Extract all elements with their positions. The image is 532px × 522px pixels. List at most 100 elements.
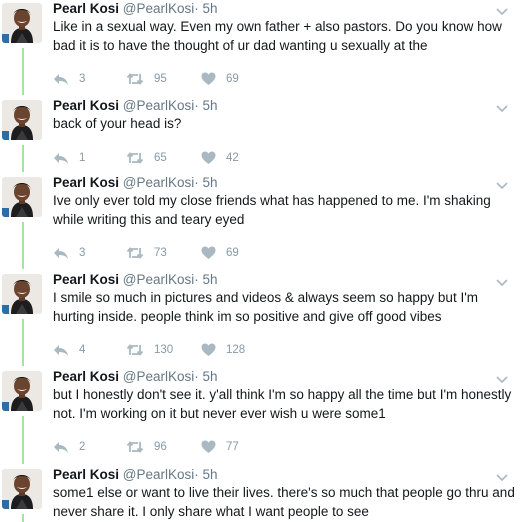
tweet-text: Like in a sexual way. Even my own father… — [53, 19, 502, 53]
reply-count: 3 — [79, 73, 86, 85]
avatar[interactable] — [2, 100, 42, 140]
thread-connector-line — [22, 145, 24, 172]
tweet-actions: 4 130 128 — [53, 342, 303, 358]
avatar[interactable] — [2, 177, 42, 217]
reply-count: 3 — [79, 247, 86, 259]
timestamp-link[interactable]: 5h — [203, 272, 218, 287]
reply-button[interactable]: 1 — [53, 150, 85, 166]
thread-connector-line — [22, 416, 24, 464]
author-name[interactable]: Pearl Kosi — [53, 369, 119, 384]
like-count: 42 — [226, 151, 239, 164]
reply-icon — [53, 440, 69, 454]
timestamp-link[interactable]: 5h — [203, 369, 218, 384]
chevron-down-icon[interactable] — [495, 178, 509, 190]
tweet-actions: 2 96 77 — [53, 439, 303, 455]
author-handle[interactable]: @PearlKosi — [123, 175, 194, 190]
avatar[interactable] — [2, 3, 42, 43]
author-name[interactable]: Pearl Kosi — [53, 175, 119, 190]
tweet-header: Pearl Kosi @PearlKosi· 5h — [53, 369, 218, 385]
retweet-icon — [126, 72, 144, 86]
thread-connector-line — [22, 319, 24, 366]
avatar-image — [2, 469, 42, 509]
tweet-header: Pearl Kosi @PearlKosi· 5h — [53, 175, 218, 191]
like-button[interactable]: 128 — [201, 342, 245, 358]
retweet-count: 73 — [154, 247, 167, 259]
retweet-button[interactable]: 96 — [126, 439, 167, 455]
retweet-button[interactable]: 95 — [126, 71, 167, 87]
like-button[interactable]: 42 — [201, 150, 239, 166]
like-button[interactable]: 69 — [201, 71, 239, 87]
heart-icon — [201, 151, 216, 165]
tweet-text: but I honestly don't see it. y'all think… — [53, 387, 512, 421]
retweet-button[interactable]: 73 — [126, 245, 167, 261]
heart-icon — [201, 343, 216, 357]
author-name[interactable]: Pearl Kosi — [53, 467, 119, 482]
retweet-count: 96 — [154, 441, 167, 453]
avatar-image — [2, 177, 42, 217]
timestamp-link[interactable]: 5h — [203, 98, 218, 113]
retweet-icon — [126, 440, 144, 454]
chevron-down-icon[interactable] — [495, 101, 509, 113]
separator-dot: · — [194, 272, 199, 287]
retweet-button[interactable]: 130 — [126, 342, 173, 358]
timestamp-link[interactable]: 5h — [203, 1, 218, 16]
author-handle[interactable]: @PearlKosi — [123, 98, 194, 113]
reply-button[interactable]: 3 — [53, 245, 85, 261]
reply-count: 2 — [79, 441, 86, 453]
like-button[interactable]: 69 — [201, 245, 239, 261]
heart-icon — [201, 440, 216, 454]
thread-connector-line — [22, 514, 24, 522]
reply-icon — [53, 246, 69, 260]
tweet-header: Pearl Kosi @PearlKosi· 5h — [53, 272, 218, 288]
timestamp-link[interactable]: 5h — [203, 467, 218, 482]
reply-button[interactable]: 3 — [53, 71, 85, 87]
tweet-header: Pearl Kosi @PearlKosi· 5h — [53, 1, 218, 17]
reply-count: 4 — [79, 344, 86, 356]
reply-count: 1 — [79, 151, 86, 164]
tweet-actions: 1 65 42 — [53, 150, 303, 166]
chevron-down-icon[interactable] — [495, 4, 509, 16]
retweet-count: 130 — [154, 344, 174, 356]
reply-button[interactable]: 4 — [53, 342, 85, 358]
like-button[interactable]: 77 — [201, 439, 239, 455]
like-count: 77 — [226, 441, 239, 453]
avatar-image — [2, 3, 42, 43]
avatar-image — [2, 274, 42, 314]
separator-dot: · — [194, 1, 199, 16]
tweet-text: some1 else or want to live their lives. … — [53, 485, 515, 519]
author-name[interactable]: Pearl Kosi — [53, 272, 119, 287]
retweet-button[interactable]: 65 — [126, 150, 167, 166]
avatar[interactable] — [2, 469, 42, 509]
avatar[interactable] — [2, 371, 42, 411]
chevron-down-icon[interactable] — [495, 470, 509, 482]
separator-dot: · — [194, 175, 199, 190]
reply-icon — [53, 151, 69, 165]
separator-dot: · — [194, 369, 199, 384]
retweet-count: 65 — [154, 151, 167, 164]
reply-icon — [53, 343, 69, 357]
chevron-down-icon[interactable] — [495, 275, 509, 287]
author-handle[interactable]: @PearlKosi — [123, 467, 194, 482]
avatar[interactable] — [2, 274, 42, 314]
avatar-image — [2, 371, 42, 411]
like-count: 69 — [226, 73, 239, 85]
tweet-actions: 3 73 69 — [53, 245, 303, 261]
like-count: 69 — [226, 247, 239, 259]
chevron-down-icon[interactable] — [495, 372, 509, 384]
tweet-text: back of your head is? — [53, 116, 182, 131]
tweet-header: Pearl Kosi @PearlKosi· 5h — [53, 98, 218, 114]
reply-button[interactable]: 2 — [53, 439, 85, 455]
timestamp-link[interactable]: 5h — [203, 175, 218, 190]
tweet-text: Ive only ever told my close friends what… — [53, 193, 491, 227]
separator-dot: · — [194, 98, 199, 113]
author-handle[interactable]: @PearlKosi — [123, 369, 194, 384]
author-name[interactable]: Pearl Kosi — [53, 1, 119, 16]
author-handle[interactable]: @PearlKosi — [123, 272, 194, 287]
tweet-text: I smile so much in pictures and videos &… — [53, 290, 479, 324]
reply-icon — [53, 72, 69, 86]
retweet-icon — [126, 343, 144, 357]
author-handle[interactable]: @PearlKosi — [123, 1, 194, 16]
author-name[interactable]: Pearl Kosi — [53, 98, 119, 113]
retweet-icon — [126, 151, 144, 165]
retweet-count: 95 — [154, 73, 167, 85]
